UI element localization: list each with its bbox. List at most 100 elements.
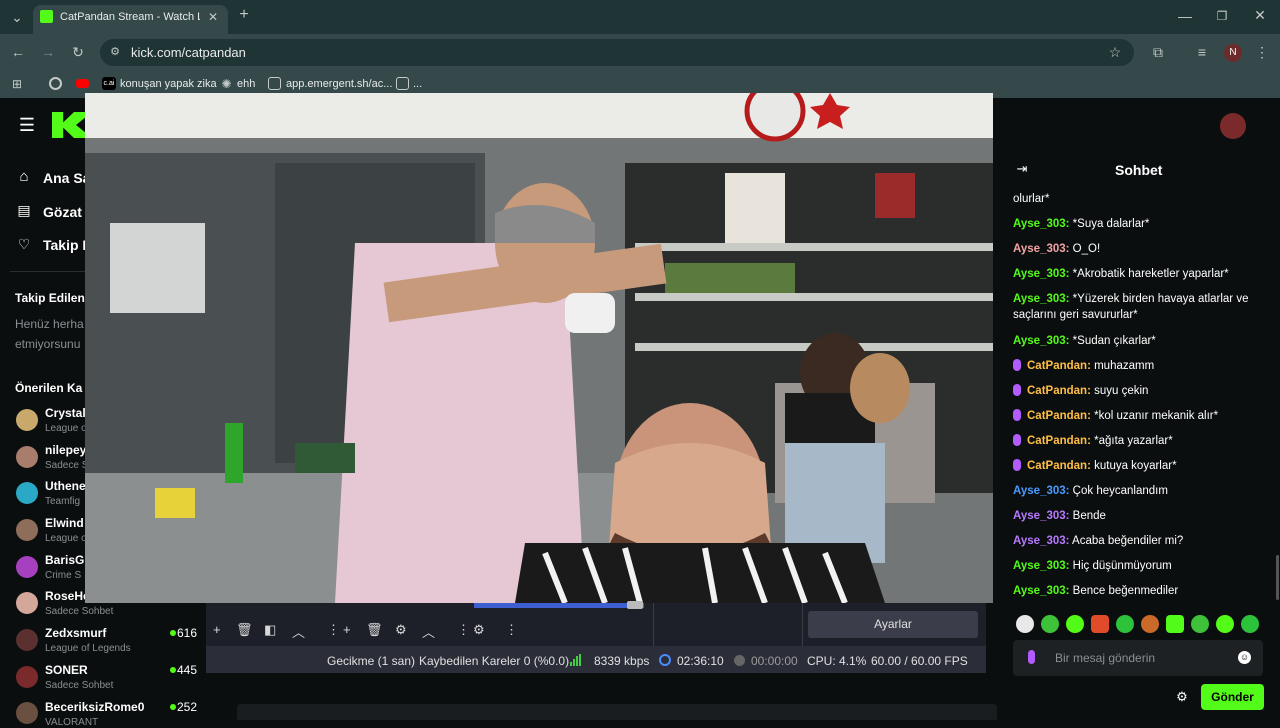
sidebar-divider (10, 271, 85, 272)
emote-icon[interactable] (1191, 615, 1209, 633)
channel-name[interactable]: nilepey (45, 443, 87, 457)
channel-name[interactable]: BarisG (45, 553, 87, 567)
chat-username[interactable]: CatPandan: (1027, 435, 1091, 447)
emote-icon[interactable] (1216, 615, 1234, 633)
profile-avatar[interactable]: N (1224, 44, 1242, 62)
reload-icon[interactable]: ↻ (70, 45, 86, 59)
channel-name[interactable]: Zedxsmurf (45, 626, 165, 640)
obs-add-source-icon[interactable]: + (343, 622, 351, 637)
channel-avatar[interactable] (16, 519, 38, 541)
media-icon[interactable]: ≡ (1194, 45, 1210, 59)
chat-username[interactable]: Ayse_303: (1013, 510, 1069, 522)
obs-settings-button[interactable]: Ayarlar (808, 611, 978, 638)
emote-icon[interactable] (1066, 615, 1084, 633)
obs-fps: 60.00 / 60.00 FPS (871, 654, 968, 668)
chat-username[interactable]: CatPandan: (1027, 385, 1091, 397)
chat-username[interactable]: Ayse_303: (1013, 293, 1069, 305)
obs-up-icon[interactable]: ︿ (292, 622, 305, 641)
user-avatar[interactable] (1220, 113, 1246, 139)
chat-username[interactable]: Ayse_303: (1013, 218, 1069, 230)
obs-filters-icon[interactable]: ◧ (264, 622, 276, 638)
hamburger-menu-icon[interactable]: ☰ (18, 116, 36, 134)
channel-name[interactable]: SONER (45, 663, 165, 677)
chat-username[interactable]: CatPandan: (1027, 360, 1091, 372)
channel-name[interactable]: Uthene (45, 479, 87, 493)
channel-category: Sadece Sohbet (45, 606, 114, 617)
stream-video[interactable] (85, 93, 993, 603)
obs-mixer-settings-icon[interactable]: ⚙ (473, 622, 485, 638)
chat-settings-icon[interactable]: ⚙ (1175, 690, 1189, 704)
obs-source-up-icon[interactable]: ︿ (422, 622, 435, 641)
emote-icon[interactable] (1041, 615, 1059, 633)
channel-name[interactable]: BeceriksizRome0 (45, 700, 165, 714)
new-tab-icon[interactable]: + (236, 7, 252, 23)
channel-avatar[interactable] (16, 629, 38, 651)
chat-message: olurlar* (1013, 193, 1050, 205)
obs-delete-source-icon[interactable]: 🗑 (366, 622, 383, 638)
obs-scene-menu-icon[interactable]: ⋮ (327, 622, 340, 638)
chat-scrollbar[interactable] (1276, 555, 1279, 600)
minimize-icon[interactable]: — (1178, 9, 1192, 23)
send-button[interactable]: Gönder (1201, 684, 1264, 710)
globe-icon[interactable] (49, 77, 62, 90)
apps-grid-icon[interactable]: ⊞ (10, 77, 24, 91)
bookmark-star-icon[interactable]: ☆ (1107, 45, 1123, 59)
chat-username[interactable]: Ayse_303: (1013, 243, 1069, 255)
site-info-icon[interactable]: ⚙ (108, 45, 122, 59)
channel-avatar[interactable] (16, 482, 38, 504)
channel-category: Crime S (45, 570, 82, 581)
extensions-icon[interactable]: ⧉ (1150, 45, 1166, 59)
restore-icon[interactable]: ❐ (1215, 9, 1229, 23)
window-close-icon[interactable]: ✕ (1253, 8, 1267, 22)
channel-avatar[interactable] (16, 666, 38, 688)
chat-message: Ayse_303: Bence beğenmediler (1013, 585, 1179, 597)
address-bar[interactable] (100, 39, 1134, 66)
chat-username[interactable]: Ayse_303: (1013, 535, 1069, 547)
bookmark-4[interactable]: ... (413, 78, 422, 90)
obs-source-settings-icon[interactable]: ⚙ (395, 622, 407, 638)
chat-username[interactable]: Ayse_303: (1013, 268, 1069, 280)
emote-icon[interactable] (1166, 615, 1184, 633)
obs-delete-scene-icon[interactable]: 🗑 (236, 622, 253, 638)
bookmark-3[interactable]: app.emergent.sh/ac... (286, 78, 392, 90)
channel-avatar[interactable] (16, 409, 38, 431)
bookmark-1[interactable]: konuşan yapak zika (120, 78, 217, 90)
channel-avatar[interactable] (16, 446, 38, 468)
emoji-picker-icon[interactable]: ☺ (1238, 651, 1251, 664)
chat-username[interactable]: Ayse_303: (1013, 485, 1069, 497)
obs-add-scene-icon[interactable]: + (213, 622, 221, 637)
chat-username[interactable]: CatPandan: (1027, 410, 1091, 422)
obs-mixer-menu-icon[interactable]: ⋮ (505, 622, 518, 638)
obs-dropped-frames: Kaybedilen Kareler 0 (%0.0) (419, 654, 570, 668)
nav-home[interactable]: Ana Sa (43, 170, 90, 186)
following-empty-line-1: Henüz herha (15, 317, 84, 331)
channel-name[interactable]: Elwind (45, 516, 87, 530)
menu-kebab-icon[interactable]: ⋮ (1255, 45, 1269, 59)
youtube-icon[interactable] (76, 79, 89, 88)
forward-icon[interactable]: → (40, 45, 56, 59)
channel-name[interactable]: RoseHe (45, 589, 87, 603)
obs-source-menu-icon[interactable]: ⋮ (457, 622, 470, 638)
tab-close-icon[interactable]: ✕ (206, 10, 220, 24)
channel-name[interactable]: Crystal (45, 406, 87, 420)
channel-avatar[interactable] (16, 592, 38, 614)
bookmark-2[interactable]: ehh (237, 78, 255, 90)
emote-icon[interactable] (1141, 615, 1159, 633)
stream-info-bar (237, 704, 997, 720)
back-icon[interactable]: ← (10, 45, 26, 59)
emote-icon[interactable] (1091, 615, 1109, 633)
nav-browse[interactable]: Gözat (43, 204, 82, 220)
chat-username[interactable]: CatPandan: (1027, 460, 1091, 472)
viewer-count: 252 (177, 700, 198, 714)
emote-icon[interactable] (1016, 615, 1034, 633)
emote-icon[interactable] (1116, 615, 1134, 633)
channel-avatar[interactable] (16, 556, 38, 578)
chat-username[interactable]: Ayse_303: (1013, 335, 1069, 347)
chat-username[interactable]: Ayse_303: (1013, 560, 1069, 572)
tab-search-chevron-icon[interactable]: ⌄ (10, 10, 24, 24)
channel-avatar[interactable] (16, 702, 38, 724)
obs-volume-slider[interactable] (627, 601, 643, 609)
collapse-chat-icon[interactable]: ⇥ (1014, 162, 1030, 176)
emote-icon[interactable] (1241, 615, 1259, 633)
chat-username[interactable]: Ayse_303: (1013, 585, 1069, 597)
